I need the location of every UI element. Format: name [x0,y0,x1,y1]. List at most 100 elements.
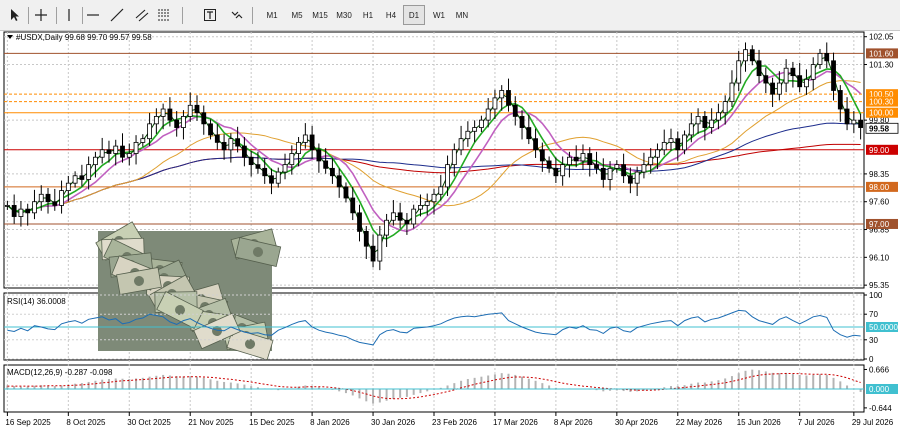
time-axis-label: 30 Jan 2026 [371,418,416,427]
candle-body [330,167,335,177]
level-price-tag-label: 99.00 [869,146,890,155]
candle-body [567,156,572,166]
candle-body [323,160,329,169]
candle-body [533,138,538,151]
candle-body [59,190,64,206]
time-axis-label: 22 May 2026 [676,418,723,427]
candle-body [418,205,423,210]
equidistant-channel-tool-button[interactable] [133,4,151,26]
candle-body [316,149,322,162]
vertical-line-tool-button[interactable] [60,4,78,26]
candle-body [52,201,58,206]
candle-body [668,138,674,143]
candle-body [695,116,701,125]
candle-body [187,104,193,117]
candle-body [79,175,85,180]
candle-body [296,141,301,154]
candle-body [255,164,261,169]
candle-body [93,156,98,166]
timeframe-button-m5[interactable]: M5 [286,5,308,25]
chart-toolbar: M1 M5 M15 M30 H1 H4 D1 W1 MN [0,0,900,31]
macd-axis-label: -0.644 [869,404,892,413]
candle-body [228,138,234,151]
crosshair-tool-button[interactable] [32,4,50,26]
timeframe-button-w1[interactable]: W1 [428,5,450,25]
candle-body [289,153,295,166]
time-axis-label: 15 Jun 2026 [737,418,782,427]
candle-body [25,208,31,214]
candle-body [580,153,586,162]
level-price-tag-label: 100.00 [869,109,894,118]
candle-body [682,134,687,151]
candle-body [851,119,857,125]
trend-line-tool-button[interactable] [108,4,126,26]
candle-body [45,193,51,203]
time-axis-label: 17 Mar 2026 [493,418,538,427]
cursor-arrow-tool-button[interactable] [6,4,24,26]
timeframe-button-mn[interactable]: MN [451,5,473,25]
candle-body [600,167,606,180]
time-axis-label: 30 Apr 2026 [615,418,659,427]
horizontal-line-icon [87,14,99,16]
candle-body [804,78,809,88]
level-price-tag-label: 100.30 [869,98,894,107]
cursor-arrow-icon [11,9,19,21]
candle-body [147,123,152,140]
chart-area[interactable]: 102.05 101.30 99.80 98.35 97.60 96.85 96.10 95.… [0,31,900,433]
candle-body [241,145,247,158]
candle-body [790,67,796,77]
candle-body [587,153,593,166]
trading-chart[interactable]: 102.05101.3099.8098.3597.6096.8596.1095.… [0,31,900,433]
candle-body [221,141,227,151]
candle-body [350,197,356,214]
timeframe-button-h1[interactable]: H1 [357,5,379,25]
candle-body [858,119,864,128]
candle-body [560,164,566,177]
candle-body [106,149,112,154]
candle-body [553,167,559,177]
candle-body [837,90,843,110]
timeframe-button-d1[interactable]: D1 [403,5,425,25]
price-axis-label: 96.10 [869,253,890,262]
trend-line-icon [110,8,124,22]
timeframe-button-m15[interactable]: M15 [309,5,331,25]
candle-body [485,108,491,121]
timeframe-button-m1[interactable]: M1 [261,5,283,25]
candle-body [702,116,708,128]
candle-body [526,127,532,140]
time-axis-label: 8 Jan 2026 [310,418,350,427]
text-label-tool-button[interactable] [201,4,219,26]
rsi-axis-label: 0 [869,355,874,364]
candle-body [634,171,640,184]
candle-body [810,64,816,80]
candle-body [167,108,173,121]
candle-body [621,164,627,177]
timeframe-button-m30[interactable]: M30 [333,5,355,25]
candle-body [458,138,464,151]
candle-body [32,201,37,214]
candle-body [627,175,633,184]
macd-level-tag-label: 0.000 [869,385,890,394]
fibonacci-tool-button[interactable] [155,4,173,26]
candle-body [390,212,396,221]
candle-body [370,245,376,262]
candle-body [797,75,803,88]
candle-body [756,60,762,77]
candle-body [472,127,478,132]
candle-body [133,141,139,154]
candle-body [65,182,71,191]
candle-body [817,52,823,65]
crosshair-icon [35,9,47,21]
price-axis-label: 97.60 [869,198,890,207]
candle-body [269,175,274,184]
rsi-axis-label: 100 [869,291,883,300]
candle-body [614,164,620,169]
horizontal-line-tool-button[interactable] [84,4,102,26]
shapes-dropdown-tool-button[interactable] [228,4,246,26]
timeframe-button-h4[interactable]: H4 [380,5,402,25]
candle-body [641,164,647,173]
candle-body [573,156,579,162]
macd-title: MACD(12,26,9) -0.287 -0.098 [7,368,113,377]
macd-axis-label: 0.666 [869,365,890,374]
candle-body [262,167,268,177]
